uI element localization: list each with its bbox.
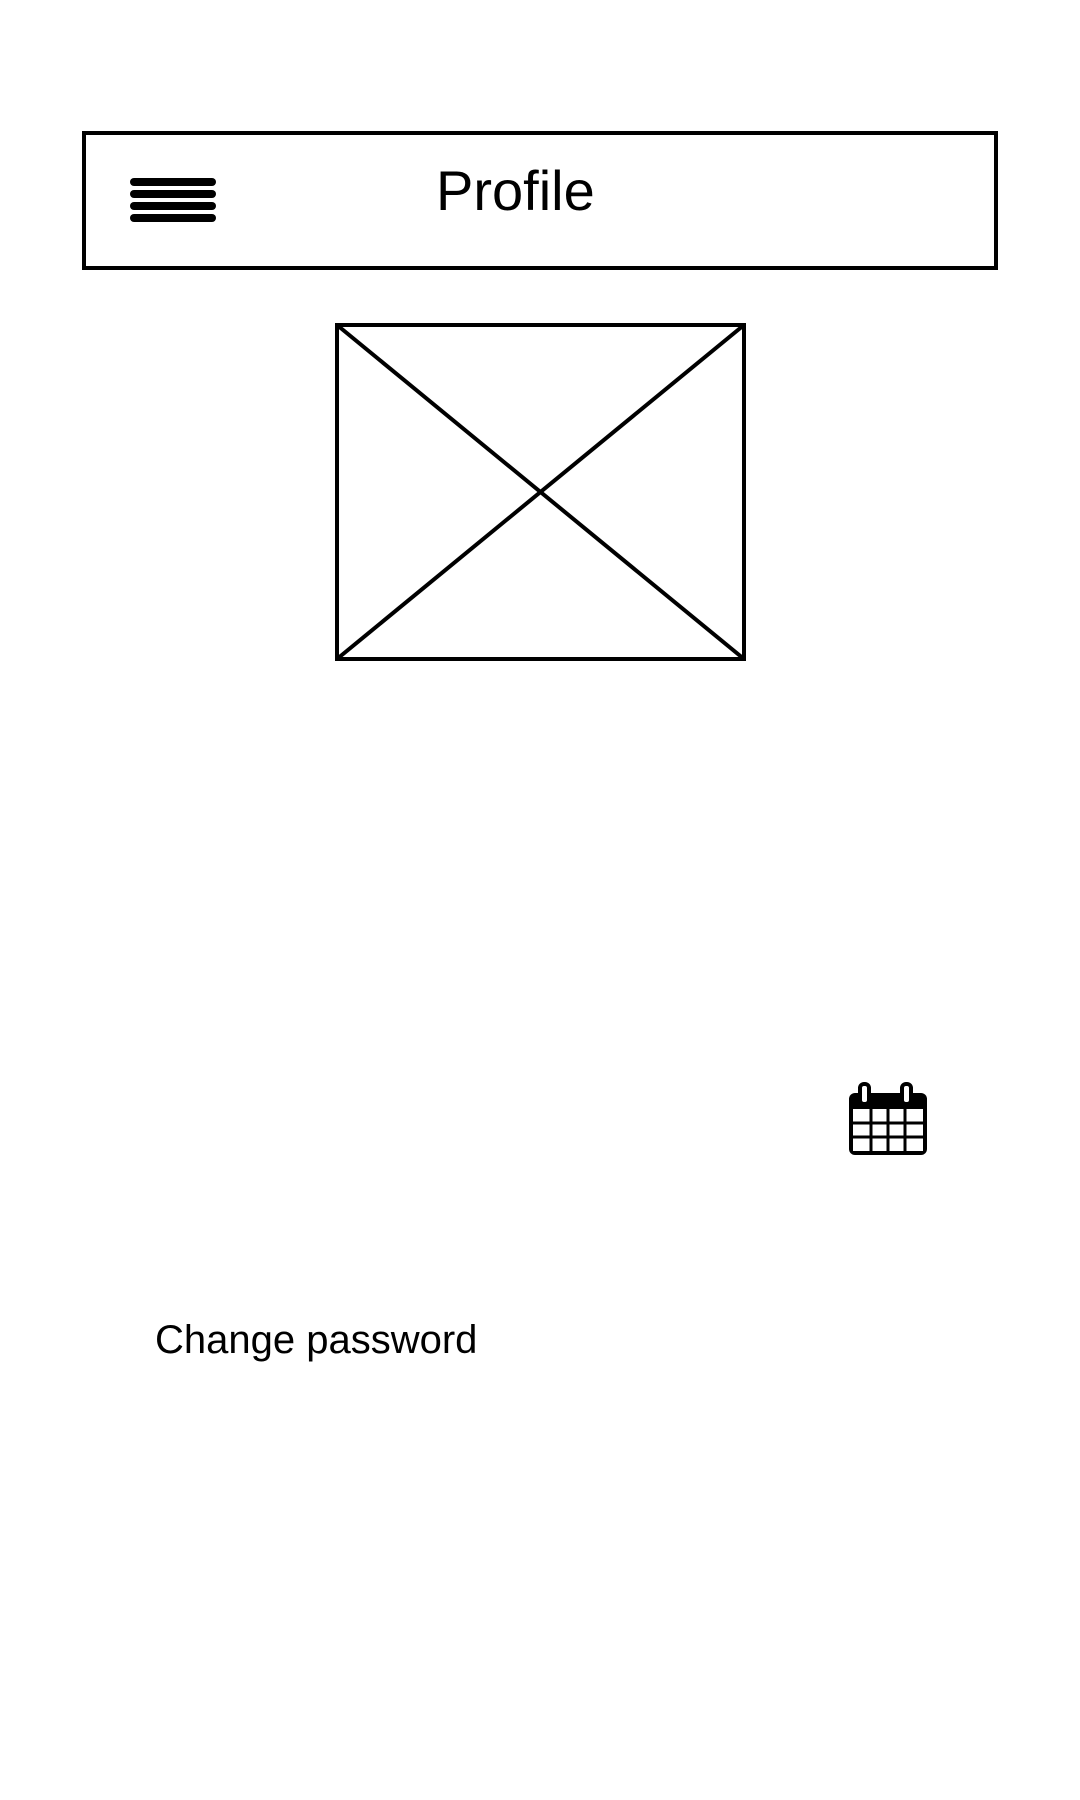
menu-bar-2 [130, 190, 216, 198]
menu-bar-1 [130, 178, 216, 186]
menu-bar-3 [130, 202, 216, 210]
profile-image-placeholder[interactable] [334, 322, 747, 662]
page-title: Profile [436, 159, 595, 222]
change-password-link[interactable]: Change password [155, 1320, 477, 1360]
calendar-icon[interactable] [846, 1082, 930, 1158]
hamburger-menu-icon[interactable] [130, 173, 216, 231]
app-header: Profile [82, 131, 998, 270]
menu-bar-4 [130, 214, 216, 222]
